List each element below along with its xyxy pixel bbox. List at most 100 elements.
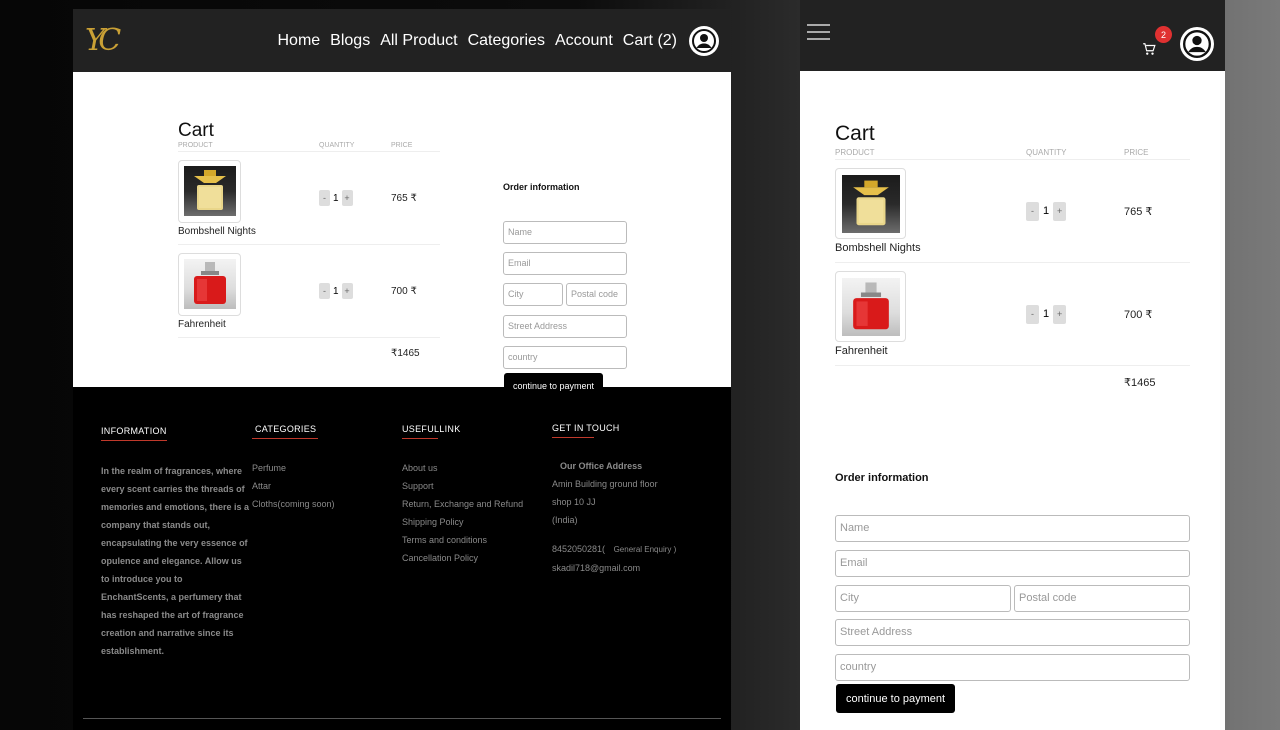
cart-row: Bombshell Nights - 1 + 765 ₹ [835,160,1190,263]
header-product: PRODUCT [835,148,875,157]
name-field[interactable]: Name [835,515,1190,542]
cart-title: Cart [178,120,214,141]
footer: INFORMATION In the realm of fragrances, … [73,387,731,730]
decrement-button[interactable]: - [1026,201,1039,221]
street-address-field[interactable]: Street Address [835,619,1190,646]
footer-link[interactable]: Cancellation Policy [402,549,547,567]
cart-icon[interactable] [1142,42,1156,61]
increment-button[interactable]: + [1053,201,1067,221]
footer-heading: CATEGORIES [255,424,317,434]
street-address-field[interactable]: Street Address [503,315,627,338]
city-field[interactable]: City [503,283,563,306]
user-circle-icon[interactable] [689,25,719,56]
cart-row: Fahrenheit - 1 + 700 ₹ [178,245,440,338]
footer-heading: INFORMATION [101,426,167,436]
decrement-button[interactable]: - [319,283,330,299]
about-text: In the realm of fragrances, where every … [101,466,250,656]
product-image[interactable] [835,168,906,239]
email-field[interactable]: Email [503,252,627,275]
footer-contact: GET IN TOUCH Our Office Address Amin Bui… [552,423,712,577]
heading-underline [402,438,438,439]
header-price: PRICE [1124,148,1149,157]
enquiry-label: General Enquiry ) [613,545,677,554]
header-quantity: QUANTITY [319,142,355,149]
item-price: 700 ₹ [1124,308,1153,321]
hamburger-icon[interactable] [807,24,830,45]
address-line: Amin Building ground floor [552,479,658,489]
quantity-value: 1 [1043,205,1050,217]
heading-underline [252,438,318,439]
quantity-value: 1 [1043,308,1050,320]
city-field[interactable]: City [835,585,1011,612]
footer-link[interactable]: Terms and conditions [402,531,547,549]
postal-code-field[interactable]: Postal code [566,283,627,306]
order-title: Order information [503,182,580,192]
decrement-button[interactable]: - [319,190,330,206]
item-price: 765 ₹ [391,192,417,204]
increment-button[interactable]: + [341,283,353,299]
cart-list: Cart PRODUCT QUANTITY PRICE Bombshell Ni… [178,120,440,338]
header-price: PRICE [391,142,413,149]
postal-code-field[interactable]: Postal code [1014,585,1190,612]
cart-total: ₹1465 [391,348,420,359]
decrement-button[interactable]: - [1026,304,1039,324]
quantity-value: 1 [333,285,339,297]
header-quantity: QUANTITY [1026,148,1067,157]
quantity-stepper: - 1 + [319,190,391,206]
heading-underline [101,440,167,441]
mobile-navbar: 2 [800,0,1225,71]
footer-information: INFORMATION In the realm of fragrances, … [101,426,251,660]
address-line: shop 10 JJ [552,497,596,507]
product-name[interactable]: Bombshell Nights [835,242,1026,254]
name-field[interactable]: Name [503,221,627,244]
product-image[interactable] [178,159,241,223]
cart-section: Cart PRODUCT QUANTITY PRICE Bombshell Ni… [73,72,731,398]
country-field[interactable]: country [835,654,1190,681]
nav-categories[interactable]: Categories [468,32,545,50]
cart-title: Cart [835,122,875,145]
mobile-view: 2 Cart PRODUCT QUANTITY PRICE Bombshell … [800,0,1225,730]
contact-email[interactable]: skadil718@gmail.com [552,559,712,577]
footer-link[interactable]: About us [402,459,547,477]
continue-to-payment-button[interactable]: continue to payment [836,684,956,713]
product-image[interactable] [178,252,241,316]
increment-button[interactable]: + [1053,304,1067,324]
footer-link[interactable]: Perfume [252,459,392,477]
footer-categories: CATEGORIES Perfume Attar Cloths(coming s… [252,424,392,513]
item-price: 765 ₹ [1124,205,1153,218]
nav-all-product[interactable]: All Product [380,32,457,50]
email-field[interactable]: Email [835,550,1190,577]
footer-link[interactable]: Return, Exchange and Refund [402,495,547,513]
nav-links: Home Blogs All Product Categories Accoun… [277,32,677,50]
quantity-value: 1 [333,192,339,204]
footer-link[interactable]: Shipping Policy [402,513,547,531]
cart-list: Cart PRODUCT QUANTITY PRICE Bombshell Ni… [835,122,1190,366]
quantity-stepper: - 1 + [319,283,391,299]
footer-heading: GET IN TOUCH [552,423,620,433]
user-circle-icon[interactable] [1180,27,1214,61]
brand-logo[interactable]: YC [85,23,121,58]
footer-link[interactable]: Attar [252,477,392,495]
phone-number[interactable]: 8452050281( [552,544,605,554]
nav-account[interactable]: Account [555,32,613,50]
nav-cart[interactable]: Cart (2) [623,32,677,50]
nav-home[interactable]: Home [277,32,320,50]
top-navbar: YC Home Blogs All Product Categories Acc… [73,9,731,72]
footer-link[interactable]: Support [402,477,547,495]
product-name[interactable]: Fahrenheit [178,319,319,330]
product-name[interactable]: Bombshell Nights [178,226,319,237]
product-name[interactable]: Fahrenheit [835,345,1026,357]
nav-blogs[interactable]: Blogs [330,32,370,50]
footer-useful-links: USEFULLINK About us Support Return, Exch… [402,424,547,567]
header-product: PRODUCT [178,142,213,149]
desktop-view: YC Home Blogs All Product Categories Acc… [73,9,731,730]
quantity-stepper: - 1 + [1026,201,1124,221]
increment-button[interactable]: + [341,190,353,206]
footer-link[interactable]: Cloths(coming soon) [252,495,392,513]
cart-row: Bombshell Nights - 1 + 765 ₹ [178,152,440,245]
office-label: Our Office Address [560,461,643,471]
country-field[interactable]: country [503,346,627,369]
product-image[interactable] [835,271,906,342]
address-line: (India) [552,515,578,525]
order-title: Order information [835,472,929,484]
